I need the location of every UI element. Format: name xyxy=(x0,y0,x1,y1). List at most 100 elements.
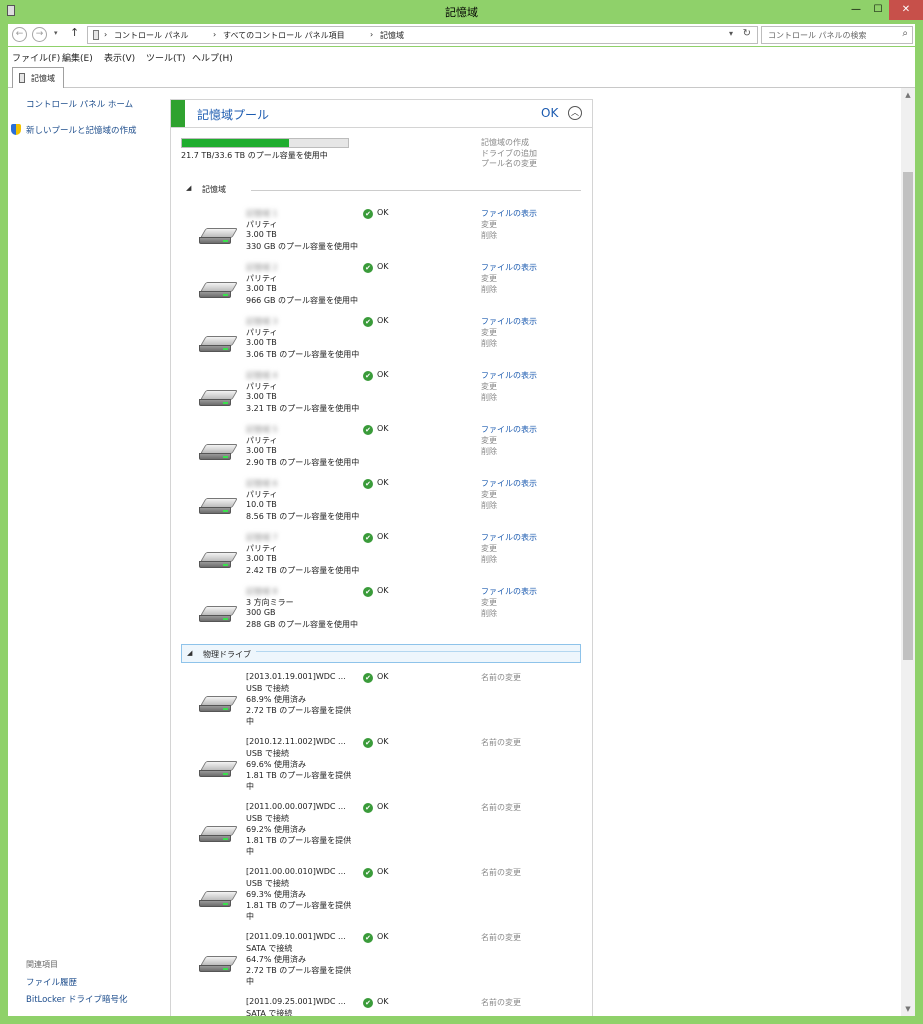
rename-drive-link[interactable]: 名前の変更 xyxy=(481,672,521,683)
drive-links: 名前の変更 xyxy=(481,867,521,878)
delete-link[interactable]: 削除 xyxy=(481,338,537,349)
hard-drive-icon xyxy=(199,552,238,569)
rename-drive-link[interactable]: 名前の変更 xyxy=(481,867,521,878)
breadcrumb-storage-spaces[interactable]: 記憶域 xyxy=(380,30,404,41)
drive-links: 名前の変更 xyxy=(481,997,521,1008)
space-type: パリティ xyxy=(246,490,278,499)
space-size: 3.00 TB xyxy=(246,230,277,239)
space-size: 3.00 TB xyxy=(246,446,277,455)
view-files-link[interactable]: ファイルの表示 xyxy=(481,478,537,489)
section-label: 物理ドライブ xyxy=(203,650,251,659)
delete-link[interactable]: 削除 xyxy=(481,608,537,619)
view-files-link[interactable]: ファイルの表示 xyxy=(481,316,537,327)
scroll-up-icon[interactable]: ▲ xyxy=(901,88,915,102)
close-button[interactable]: ✕ xyxy=(889,0,923,20)
drive-status: ✔ OK xyxy=(363,672,389,683)
physical-drives-section-header[interactable]: ◢ 物理ドライブ xyxy=(181,644,581,663)
add-drives-link[interactable]: ドライブの追加 xyxy=(481,149,537,160)
hard-drive-icon xyxy=(199,282,238,299)
view-files-link[interactable]: ファイルの表示 xyxy=(481,424,537,435)
change-link[interactable]: 変更 xyxy=(481,327,537,338)
drive-provided-capacity-cont: 中 xyxy=(246,782,254,791)
view-files-link[interactable]: ファイルの表示 xyxy=(481,262,537,273)
view-files-link[interactable]: ファイルの表示 xyxy=(481,370,537,381)
delete-link[interactable]: 削除 xyxy=(481,500,537,511)
menu-help[interactable]: ヘルプ(H) xyxy=(192,51,233,64)
tab-storage-spaces[interactable]: 記憶域 xyxy=(12,67,64,88)
drive-status: ✔ OK xyxy=(363,932,389,943)
hard-drive-icon xyxy=(199,606,238,623)
back-arrow-icon[interactable]: ← xyxy=(12,27,27,42)
change-link[interactable]: 変更 xyxy=(481,381,537,392)
create-space-link[interactable]: 記憶域の作成 xyxy=(481,138,537,149)
collapse-icon[interactable]: ︿ xyxy=(568,106,582,120)
rename-drive-link[interactable]: 名前の変更 xyxy=(481,802,521,813)
physical-drive-item: [2011.00.00.010]WDC ... ✔ OK USB で接続 69.3% 使… xyxy=(191,867,586,931)
create-pool-link[interactable]: 新しいプールと記憶域の作成 xyxy=(26,124,137,136)
scroll-down-icon[interactable]: ▼ xyxy=(901,1002,915,1016)
space-type: パリティ xyxy=(246,274,278,283)
menu-tools[interactable]: ツール(T) xyxy=(146,51,186,64)
section-label: 記憶域 xyxy=(202,185,226,194)
change-link[interactable]: 変更 xyxy=(481,543,537,554)
ok-check-icon: ✔ xyxy=(363,933,373,943)
change-link[interactable]: 変更 xyxy=(481,435,537,446)
rename-drive-link[interactable]: 名前の変更 xyxy=(481,932,521,943)
refresh-icon[interactable]: ↻ xyxy=(743,28,751,39)
maximize-button[interactable]: ☐ xyxy=(867,0,889,20)
drive-provided-capacity: 2.72 TB のプール容量を提供 xyxy=(246,966,352,975)
breadcrumb-control-panel[interactable]: コントロール パネル xyxy=(114,30,189,41)
bitlocker-link[interactable]: BitLocker ドライブ暗号化 xyxy=(26,993,128,1005)
drive-connection: SATA で接続 xyxy=(246,1009,293,1016)
rename-pool-link[interactable]: プール名の変更 xyxy=(481,159,537,170)
storage-spaces-section-header[interactable]: ◢ 記憶域 xyxy=(181,183,581,197)
breadcrumb-separator-icon[interactable]: › xyxy=(213,30,216,39)
ok-check-icon: ✔ xyxy=(363,479,373,489)
search-icon[interactable]: ⌕ xyxy=(902,28,908,39)
vertical-scrollbar[interactable]: ▲ ▼ xyxy=(901,88,915,1016)
space-used: 966 GB のプール容量を使用中 xyxy=(246,296,359,305)
file-history-link[interactable]: ファイル履歴 xyxy=(26,976,77,988)
delete-link[interactable]: 削除 xyxy=(481,554,537,565)
scrollbar-thumb[interactable] xyxy=(903,172,913,660)
menu-file[interactable]: ファイル(F) xyxy=(12,51,60,64)
rename-drive-link[interactable]: 名前の変更 xyxy=(481,737,521,748)
space-links: ファイルの表示 変更 削除 xyxy=(481,424,537,457)
breadcrumb-all-items[interactable]: すべてのコントロール パネル項目 xyxy=(223,30,345,41)
hard-drive-icon xyxy=(199,228,238,245)
change-link[interactable]: 変更 xyxy=(481,273,537,284)
view-files-link[interactable]: ファイルの表示 xyxy=(481,586,537,597)
control-panel-home-link[interactable]: コントロール パネル ホーム xyxy=(26,98,133,110)
menu-view[interactable]: 表示(V) xyxy=(104,51,135,64)
collapse-triangle-icon[interactable]: ◢ xyxy=(186,184,191,192)
storage-space-item: 記憶域 7 ✔ OK パリティ 3.00 TB 2.42 TB のプール容量を使用中 ファイ… xyxy=(191,532,586,584)
change-link[interactable]: 変更 xyxy=(481,597,537,608)
delete-link[interactable]: 削除 xyxy=(481,446,537,457)
change-link[interactable]: 変更 xyxy=(481,219,537,230)
drive-name: [2011.09.25.001]WDC ... xyxy=(246,997,346,1006)
delete-link[interactable]: 削除 xyxy=(481,392,537,403)
divider xyxy=(256,651,580,652)
title-bar: 記憶域 — ☐ ✕ xyxy=(0,0,923,22)
rename-drive-link[interactable]: 名前の変更 xyxy=(481,997,521,1008)
up-arrow-icon[interactable]: ↑ xyxy=(70,26,79,39)
view-files-link[interactable]: ファイルの表示 xyxy=(481,532,537,543)
change-link[interactable]: 変更 xyxy=(481,489,537,500)
breadcrumb-separator-icon[interactable]: › xyxy=(104,30,107,39)
collapse-triangle-icon[interactable]: ◢ xyxy=(187,649,192,657)
storage-space-item: 記憶域 5 ✔ OK パリティ 3.00 TB 2.90 TB のプール容量を使用中 ファイ… xyxy=(191,424,586,476)
address-dropdown-icon[interactable]: ▾ xyxy=(729,29,733,38)
forward-arrow-icon[interactable]: → xyxy=(32,27,47,42)
delete-link[interactable]: 削除 xyxy=(481,230,537,241)
delete-link[interactable]: 削除 xyxy=(481,284,537,295)
pool-header[interactable]: 記憶域プール OK ︿ xyxy=(171,100,592,128)
space-name: 記憶域 7 xyxy=(246,533,278,542)
address-bar[interactable]: › コントロール パネル › すべてのコントロール パネル項目 › 記憶域 ▾ … xyxy=(87,26,758,44)
minimize-button[interactable]: — xyxy=(845,0,867,20)
physical-drive-item: [2013.01.19.001]WDC ... ✔ OK USB で接続 68.9% 使… xyxy=(191,672,586,736)
search-input[interactable]: コントロール パネルの検索 ⌕ xyxy=(761,26,913,44)
recent-dropdown-icon[interactable]: ▾ xyxy=(54,29,58,37)
breadcrumb-separator-icon[interactable]: › xyxy=(370,30,373,39)
view-files-link[interactable]: ファイルの表示 xyxy=(481,208,537,219)
menu-edit[interactable]: 編集(E) xyxy=(62,51,93,64)
